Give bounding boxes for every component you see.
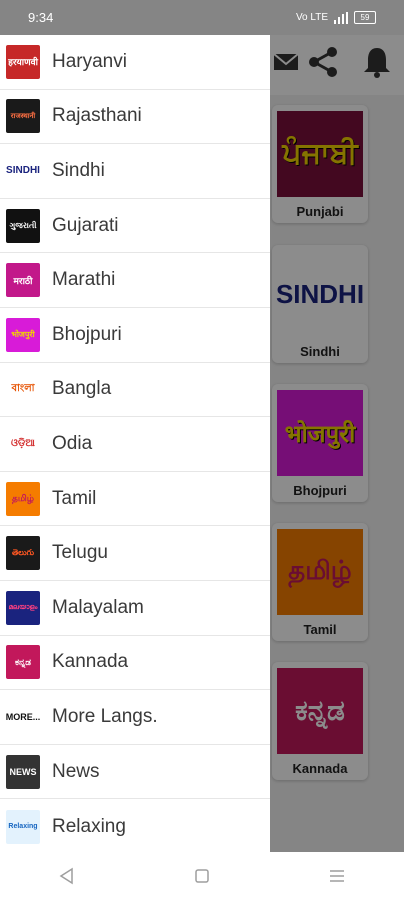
drawer-item-haryanvi[interactable]: हरयाणवी Haryanvi (0, 35, 270, 90)
drawer-item-label: News (52, 760, 100, 782)
haryanvi-icon: हरयाणवी (6, 44, 40, 79)
drawer-item-label: Telugu (52, 542, 108, 564)
status-time: 9:34 (28, 10, 54, 25)
news-icon: NEWS (6, 754, 40, 789)
drawer-item-bangla[interactable]: বাংলা Bangla (0, 363, 270, 418)
drawer-item-label: Relaxing (52, 815, 126, 837)
drawer-item-kannada[interactable]: ಕನ್ನಡ Kannada (0, 636, 270, 691)
drawer-item-news[interactable]: NEWS News (0, 745, 270, 800)
system-navigation-bar (0, 852, 404, 900)
drawer-item-label: Rajasthani (52, 105, 142, 127)
gujarati-icon: ગુજરાતી (6, 208, 40, 243)
rajasthani-icon: राजस्थानी (6, 99, 40, 134)
status-icons: Vo LTE 59 (296, 11, 376, 24)
tamil-icon: தமிழ் (6, 481, 40, 516)
drawer-item-relaxing[interactable]: Relaxing Relaxing (0, 799, 270, 852)
drawer-item-label: More Langs. (52, 705, 158, 727)
menu-lines-icon[interactable] (317, 856, 357, 896)
drawer-item-malayalam[interactable]: മലയാളം Malayalam (0, 581, 270, 636)
kannada-icon: ಕನ್ನಡ (6, 645, 40, 680)
status-bar: 9:34 Vo LTE 59 (0, 0, 404, 35)
marathi-icon: मराठी (6, 263, 40, 298)
drawer-item-tamil[interactable]: தமிழ் Tamil (0, 472, 270, 527)
drawer-item-label: Haryanvi (52, 50, 127, 72)
telugu-icon: తెలుగు (6, 536, 40, 571)
odia-icon: ଓଡ଼ିଆ (6, 426, 40, 461)
drawer-item-sindhi[interactable]: SINDHI Sindhi (0, 144, 270, 199)
drawer-item-telugu[interactable]: తెలుగు Telugu (0, 526, 270, 581)
drawer-item-label: Gujarati (52, 214, 119, 236)
drawer-item-marathi[interactable]: मराठी Marathi (0, 253, 270, 308)
drawer-item-label: Tamil (52, 487, 97, 509)
drawer-item-more-langs[interactable]: MORE... More Langs. (0, 690, 270, 745)
drawer-item-label: Kannada (52, 651, 129, 673)
bhojpuri-icon: भोजपुरी (6, 317, 40, 352)
drawer-item-label: Sindhi (52, 159, 105, 181)
malayalam-icon: മലയാളം (6, 590, 40, 625)
drawer-item-label: Bhojpuri (52, 323, 122, 345)
sindhi-icon: SINDHI (6, 153, 40, 188)
battery-icon: 59 (354, 11, 376, 24)
home-square-icon[interactable] (182, 856, 222, 896)
relaxing-icon: Relaxing (6, 809, 40, 844)
drawer-item-label: Malayalam (52, 596, 144, 618)
drawer-item-rajasthani[interactable]: राजस्थानी Rajasthani (0, 90, 270, 145)
drawer-item-gujarati[interactable]: ગુજરાતી Gujarati (0, 199, 270, 254)
drawer-item-bhojpuri[interactable]: भोजपुरी Bhojpuri (0, 308, 270, 363)
drawer-item-label: Marathi (52, 269, 116, 291)
back-triangle-icon[interactable] (47, 856, 87, 896)
signal-icon: Vo LTE (295, 12, 328, 23)
drawer-item-label: Bangla (52, 378, 112, 400)
signal-strength-icon (334, 11, 348, 24)
more-langs-icon: MORE... (6, 699, 40, 734)
bangla-icon: বাংলা (6, 372, 40, 407)
navigation-drawer: हरयाणवी Haryanvi राजस्थानी Rajasthani SI… (0, 35, 270, 852)
drawer-item-odia[interactable]: ଓଡ଼ିଆ Odia (0, 417, 270, 472)
drawer-item-label: Odia (52, 432, 93, 454)
